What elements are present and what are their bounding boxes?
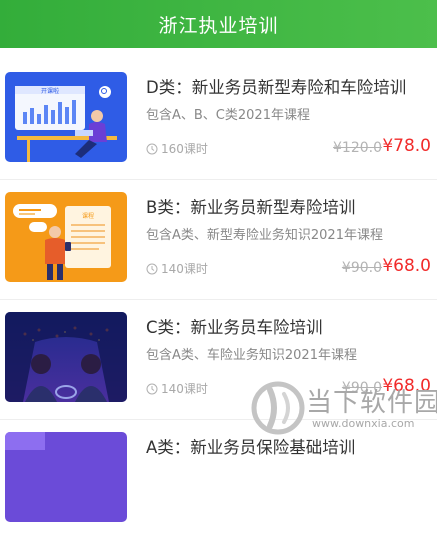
course-card-b[interactable]: 课程 B类：新业务员新型寿险培训 包含A类、新型寿险业务知识2021年课程 14… [0, 180, 437, 300]
course-thumbnail-c[interactable] [5, 312, 127, 402]
course-thumbnail-a[interactable] [5, 432, 127, 522]
watermark: 当下软件园 www.downxia.com [248, 378, 437, 438]
course-hours: 140课时 [146, 380, 208, 397]
watermark-name: 当下软件园 [306, 388, 437, 418]
course-hours-label: 160课时 [161, 142, 208, 156]
current-price: ¥78.0 [382, 136, 431, 156]
course-hours-label: 140课时 [161, 382, 208, 396]
course-title[interactable]: C类：新业务员车险培训 [146, 314, 323, 338]
course-description: 包含A类、新型寿险业务知识2021年课程 [146, 228, 383, 243]
course-hours: 140课时 [146, 260, 208, 277]
thumb-label-d: 开课啦 [41, 87, 59, 95]
course-description: 包含A类、车险业务知识2021年课程 [146, 348, 357, 363]
clock-icon [146, 383, 158, 394]
course-thumbnail-b[interactable]: 课程 [5, 192, 127, 282]
current-price: ¥68.0 [382, 256, 431, 276]
watermark-url: www.downxia.com [312, 417, 415, 430]
course-card-a[interactable]: A类：新业务员保险基础培训 [0, 420, 437, 540]
page-title: 浙江执业培训 [158, 14, 279, 37]
thumb-label-b: 课程 [82, 212, 94, 220]
course-title[interactable]: B类：新业务员新型寿险培训 [146, 194, 355, 218]
original-price: ¥120.0 [333, 140, 382, 156]
app-header: 浙江执业培训 [0, 0, 437, 48]
course-description: 包含A、B、C类2021年课程 [146, 108, 310, 123]
downxia-logo-icon [251, 381, 305, 435]
clock-icon [146, 143, 158, 154]
course-title[interactable]: D类：新业务员新型寿险和车险培训 [146, 74, 406, 98]
course-card-d[interactable]: 开课啦 D类：新业务员新型寿险和车险培训 包含A、B、C类2021年课程 160… [0, 60, 437, 180]
course-hours-label: 140课时 [161, 262, 208, 276]
original-price: ¥90.0 [341, 260, 382, 276]
clock-icon [146, 263, 158, 274]
course-thumbnail-d[interactable]: 开课啦 [5, 72, 127, 162]
course-hours: 160课时 [146, 140, 208, 157]
